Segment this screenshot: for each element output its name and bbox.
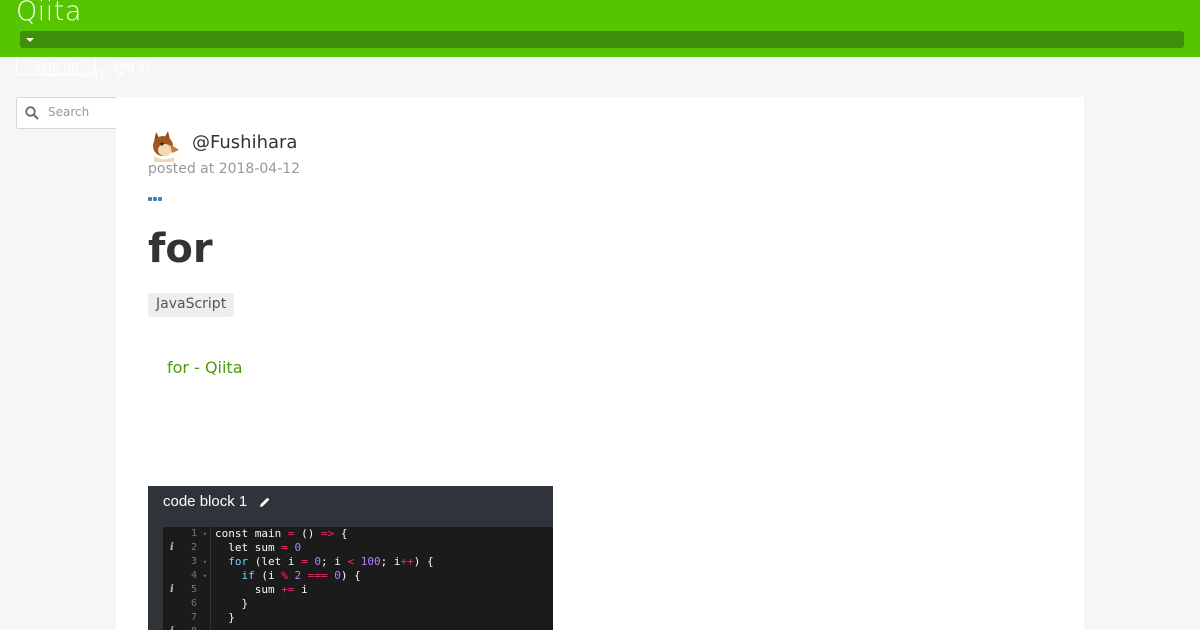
nav-dropdown-toggle[interactable] [20,31,1184,48]
line-number-text: 4 [190,570,197,581]
code-line: const main = () => { [215,527,348,540]
code-line: } [215,611,235,624]
code-line: } [215,597,249,610]
code-line: for (let i = 0; i < 100; i++) { [215,555,434,568]
fold-icon[interactable]: ▾ [203,569,207,583]
login-link[interactable]: Log in [113,58,149,74]
caret-down-icon [26,38,34,42]
edit-icon[interactable] [259,496,271,508]
avatar[interactable] [148,128,182,162]
line-number: i5 [163,583,211,597]
community-menu[interactable]: Community [42,67,106,81]
code-line: sum += i [215,583,308,596]
line-number: 1 ▾ [163,527,211,541]
info-icon[interactable]: i [170,583,174,597]
info-icon[interactable]: i [170,625,174,630]
line-number: i2 [163,541,211,555]
code-editor[interactable]: 1▾i23▾4▾i567i8 const main = () => { let … [163,527,553,630]
line-number: 3 ▾ [163,555,211,569]
code-content: const main = () => { let sum = 0 for (le… [215,527,434,625]
line-number-text: 8 [191,625,197,630]
line-number: 4 ▾ [163,569,211,583]
code-line: let sum = 0 [215,541,302,554]
chevron-down-icon [117,73,125,77]
embedded-link[interactable]: for - Qiita [167,358,243,377]
line-number-text: 2 [190,542,197,553]
fold-icon[interactable]: ▾ [203,555,207,569]
fold-icon[interactable]: ▾ [203,527,207,541]
line-number-gutter: 1▾i23▾4▾i567i8 [163,527,211,630]
search-placeholder: Search [48,105,90,119]
tag-javascript[interactable]: JavaScript [148,293,235,317]
line-number-text: 6 [190,598,197,609]
code-block-caption: code block 1 [163,493,248,510]
line-number-text: 7 [190,612,197,623]
search-icon [25,106,39,120]
global-header: Qiita [0,0,1200,57]
code-block: code block 1 1▾i23▾4▾i567i8 const main =… [148,486,553,630]
info-icon[interactable]: i [170,541,174,555]
code-line: if (i % 2 === 0) { [215,569,361,582]
qiita-logo[interactable]: Qiita [16,0,82,27]
line-number: i8 [163,625,211,630]
author-username[interactable]: @Fushihara [192,132,297,153]
article-title: for [148,226,213,272]
line-number-text: 1 [190,528,197,539]
line-number: 6 [163,597,211,611]
more-options-icon[interactable] [148,186,164,201]
line-number-text: 5 [190,584,197,595]
line-number: 7 [163,611,211,625]
posted-date: posted at 2018-04-12 [148,161,301,177]
line-number-text: 3 [190,556,197,567]
